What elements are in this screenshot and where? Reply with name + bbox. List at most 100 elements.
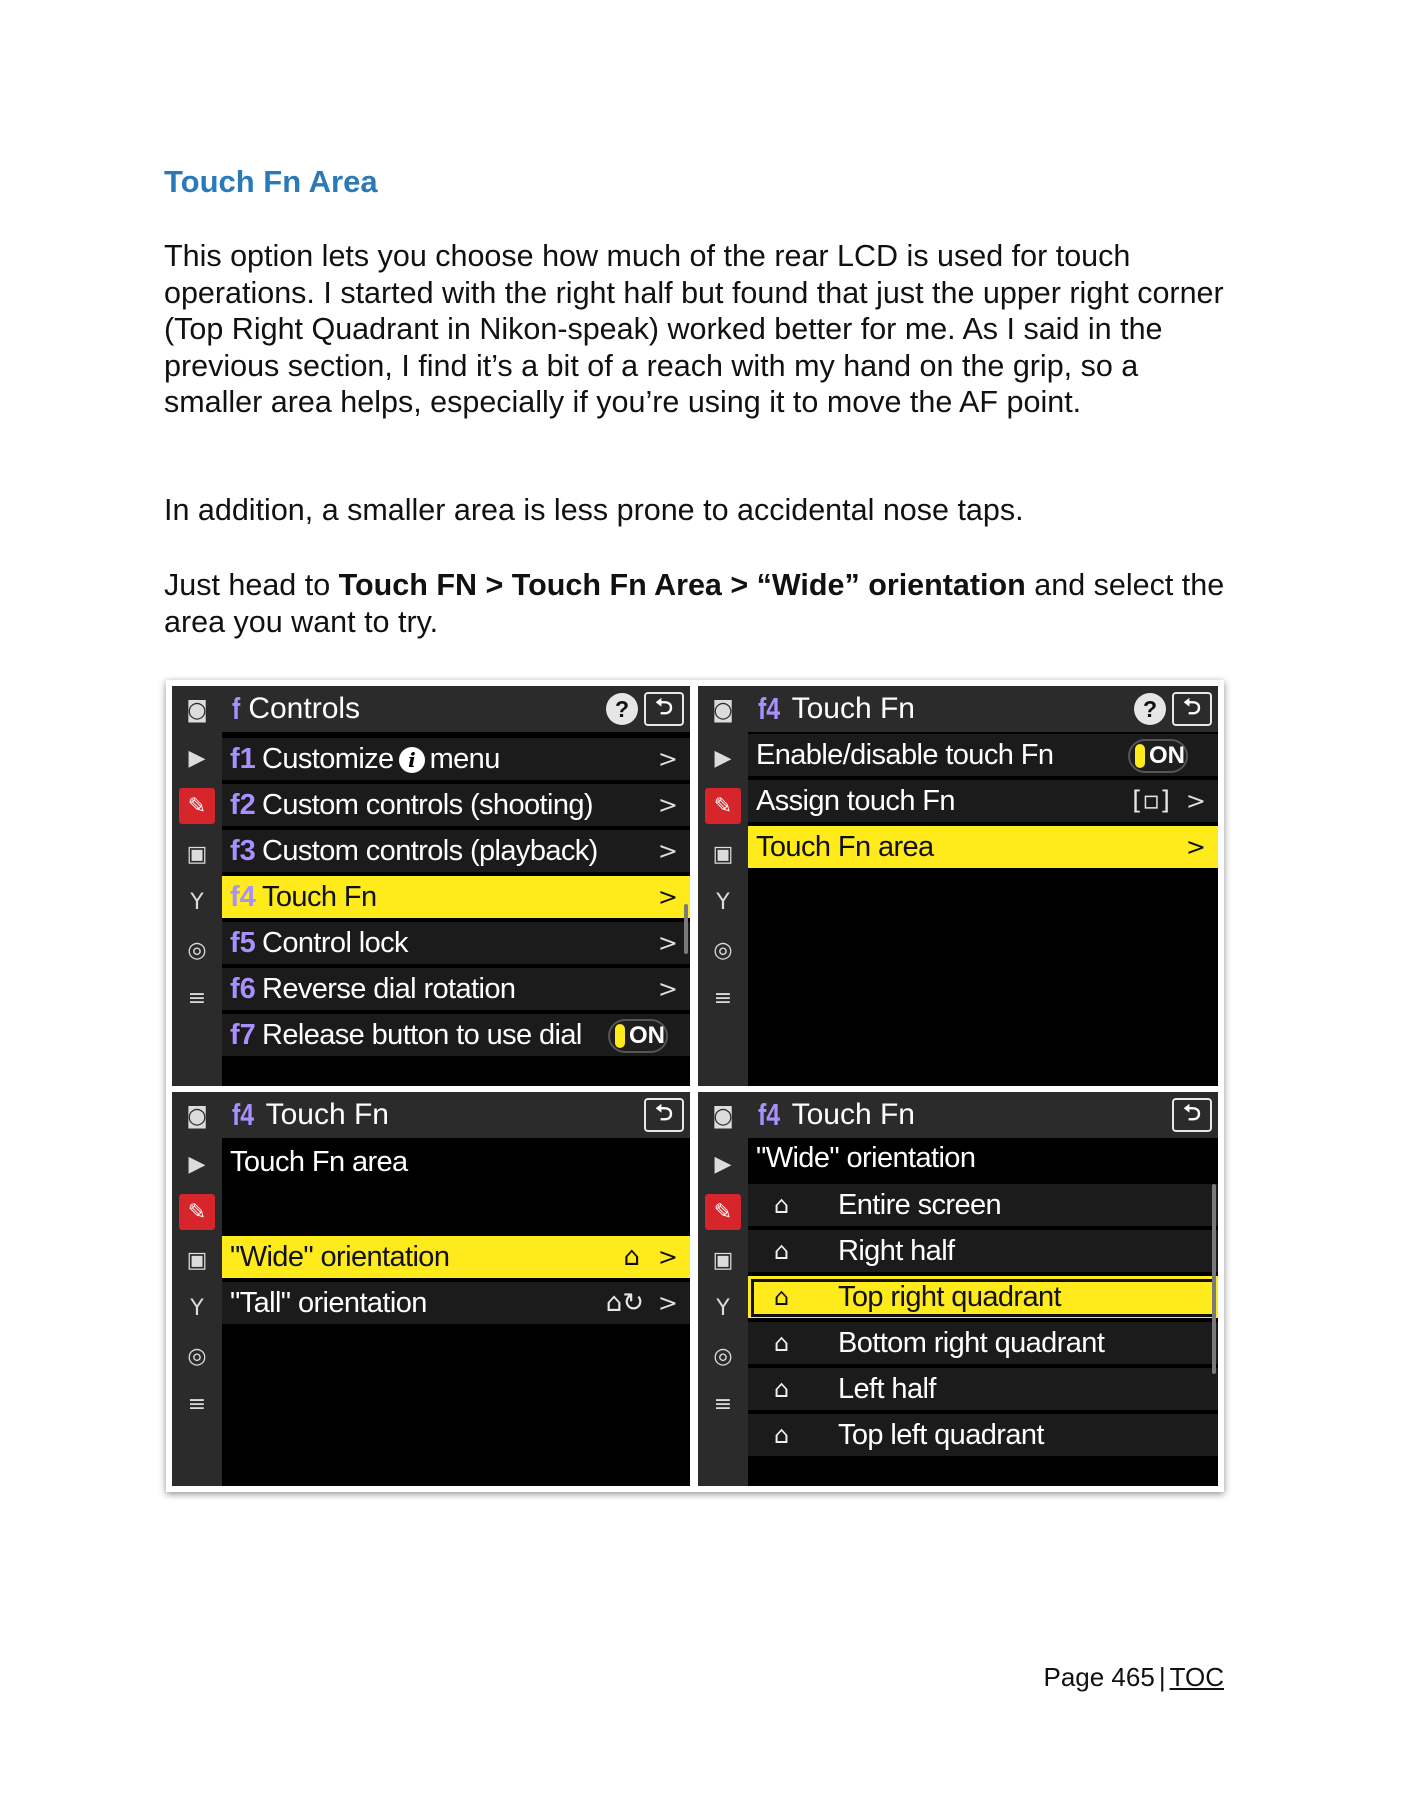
movie-icon[interactable]: ▶ — [705, 1146, 741, 1182]
back-button[interactable]: ⮌ — [644, 1098, 684, 1132]
menu-item-f3[interactable]: f3 Custom controls (playback) > — [222, 830, 690, 874]
option-top-right-quadrant[interactable]: ⌂ Top right quadrant — [748, 1276, 1218, 1320]
item-code: f3 — [230, 834, 256, 867]
network-icon[interactable]: ◎ — [705, 1338, 741, 1374]
wrench-icon[interactable]: Y — [179, 1290, 215, 1326]
back-button[interactable]: ⮌ — [1172, 692, 1212, 726]
tall-camera-icon: ⌂↻ — [605, 1288, 644, 1318]
mymenu-icon[interactable]: ≡ — [705, 980, 741, 1016]
help-button[interactable]: ? — [1134, 693, 1166, 725]
page-number: Page 465 — [1043, 1662, 1155, 1692]
item-label: Touch Fn area — [756, 830, 934, 863]
option-right-half[interactable]: ⌂ Right half — [748, 1230, 1218, 1274]
page-subheading: "Wide" orientation — [756, 1142, 976, 1174]
menu-item-enable-touch-fn[interactable]: Enable/disable touch Fn ON — [748, 734, 1218, 778]
item-code: f4 — [230, 880, 256, 913]
af-point-icon: [▫] — [1132, 786, 1170, 816]
menu-tab-rail: ◙ ▶ ✎ ▣ Y ◎ ≡ — [698, 1092, 748, 1486]
camera-icon[interactable]: ◙ — [705, 1098, 741, 1134]
item-code: f7 — [230, 1018, 256, 1051]
option-bottom-right-quadrant[interactable]: ⌂ Bottom right quadrant — [748, 1322, 1218, 1366]
menu-item-wide-orientation[interactable]: "Wide" orientation ⌂ > — [222, 1236, 690, 1280]
camera-area-icon: ⌂ — [774, 1329, 790, 1357]
camera-icon[interactable]: ◙ — [705, 692, 741, 728]
screen-touch-fn: ◙ ▶ ✎ ▣ Y ◎ ≡ f4 Touch Fn ? ⮌ Enable/dis… — [698, 686, 1218, 1086]
help-button[interactable]: ? — [606, 693, 638, 725]
menu-tab-rail: ◙ ▶ ✎ ▣ Y ◎ ≡ — [172, 1092, 222, 1486]
menu-item-f1[interactable]: f1 Customize i menu > — [222, 738, 690, 782]
movie-icon[interactable]: ▶ — [179, 740, 215, 776]
menu-item-f4[interactable]: f4 Touch Fn > — [222, 876, 690, 920]
playback-icon[interactable]: ▣ — [179, 1242, 215, 1278]
menu-glyph: f — [232, 691, 241, 726]
camera-area-icon: ⌂ — [774, 1191, 790, 1219]
menu-title-bar: f4 Touch Fn ⮌ — [222, 1092, 690, 1138]
mymenu-icon[interactable]: ≡ — [179, 980, 215, 1016]
network-icon[interactable]: ◎ — [705, 932, 741, 968]
option-left-half[interactable]: ⌂ Left half — [748, 1368, 1218, 1412]
pencil-icon[interactable]: ✎ — [179, 788, 215, 824]
i-menu-icon: i — [398, 746, 425, 773]
wrench-icon[interactable]: Y — [179, 884, 215, 920]
network-icon[interactable]: ◎ — [179, 1338, 215, 1374]
playback-icon[interactable]: ▣ — [705, 1242, 741, 1278]
paragraph-instructions: Just head to Touch FN > Touch Fn Area > … — [164, 567, 1244, 640]
menu-title-bar: f Controls ? ⮌ — [222, 686, 690, 732]
menu-item-touch-fn-area[interactable]: Touch Fn area > — [748, 826, 1218, 870]
scrollbar[interactable] — [1212, 1184, 1216, 1374]
menu-content: f4 Touch Fn ⮌ "Wide" orientation ⌂ Entir… — [748, 1092, 1218, 1486]
network-icon[interactable]: ◎ — [179, 932, 215, 968]
item-code: f6 — [230, 972, 256, 1005]
on-toggle[interactable]: ON — [608, 1019, 668, 1053]
camera-icon[interactable]: ◙ — [179, 692, 215, 728]
movie-icon[interactable]: ▶ — [179, 1146, 215, 1182]
item-label: Customize i menu — [262, 742, 500, 775]
playback-icon[interactable]: ▣ — [179, 836, 215, 872]
menu-tab-rail: ◙ ▶ ✎ ▣ Y ◎ ≡ — [698, 686, 748, 1086]
menu-item-f6[interactable]: f6 Reverse dial rotation > — [222, 968, 690, 1012]
chevron-right-icon: > — [1185, 833, 1206, 861]
toc-link[interactable]: TOC — [1170, 1662, 1224, 1692]
back-button[interactable]: ⮌ — [1172, 1098, 1212, 1132]
menu-content: f4 Touch Fn ⮌ Touch Fn area "Wide" orien… — [222, 1092, 690, 1486]
wrench-icon[interactable]: Y — [705, 1290, 741, 1326]
camera-menu-figure: ◙ ▶ ✎ ▣ Y ◎ ≡ f Controls ? ⮌ f1 Customiz… — [166, 680, 1224, 1492]
option-entire-screen[interactable]: ⌂ Entire screen — [748, 1184, 1218, 1228]
menu-item-tall-orientation[interactable]: "Tall" orientation ⌂↻ > — [222, 1282, 690, 1326]
mymenu-icon[interactable]: ≡ — [705, 1386, 741, 1422]
item-label: "Wide" orientation — [230, 1240, 450, 1273]
toggle-text: ON — [629, 1022, 665, 1049]
pencil-icon[interactable]: ✎ — [705, 1194, 741, 1230]
camera-area-icon: ⌂ — [774, 1237, 790, 1265]
camera-area-icon: ⌂ — [774, 1283, 790, 1311]
pencil-icon[interactable]: ✎ — [705, 788, 741, 824]
menu-glyph: f4 — [232, 1097, 255, 1132]
back-button[interactable]: ⮌ — [644, 692, 684, 726]
item-code: f2 — [230, 788, 256, 821]
screen-touch-fn-area: ◙ ▶ ✎ ▣ Y ◎ ≡ f4 Touch Fn ⮌ Touch Fn are… — [172, 1092, 690, 1486]
scrollbar[interactable] — [684, 904, 688, 954]
toggle-knob — [1135, 744, 1145, 768]
chevron-right-icon: > — [657, 745, 678, 773]
menu-title-bar: f4 Touch Fn ? ⮌ — [748, 686, 1218, 732]
paragraph-nose-taps: In addition, a smaller area is less pron… — [164, 493, 1024, 527]
menu-item-f5[interactable]: f5 Control lock > — [222, 922, 690, 966]
pencil-icon[interactable]: ✎ — [179, 1194, 215, 1230]
chevron-right-icon: > — [657, 975, 678, 1003]
menu-item-f7[interactable]: f7 Release button to use dial ON — [222, 1014, 690, 1058]
menu-glyph: f4 — [758, 691, 781, 726]
wrench-icon[interactable]: Y — [705, 884, 741, 920]
item-label: Custom controls (shooting) — [262, 788, 594, 821]
menu-item-assign-touch-fn[interactable]: Assign touch Fn [▫] > — [748, 780, 1218, 824]
item-label: Control lock — [262, 926, 409, 959]
mymenu-icon[interactable]: ≡ — [179, 1386, 215, 1422]
toggle-knob — [615, 1024, 625, 1048]
camera-icon[interactable]: ◙ — [179, 1098, 215, 1134]
movie-icon[interactable]: ▶ — [705, 740, 741, 776]
on-toggle[interactable]: ON — [1128, 739, 1188, 773]
menu-item-f2[interactable]: f2 Custom controls (shooting) > — [222, 784, 690, 828]
option-top-left-quadrant[interactable]: ⌂ Top left quadrant — [748, 1414, 1218, 1458]
playback-icon[interactable]: ▣ — [705, 836, 741, 872]
menu-tab-rail: ◙ ▶ ✎ ▣ Y ◎ ≡ — [172, 686, 222, 1086]
item-label: Right half — [838, 1234, 955, 1267]
